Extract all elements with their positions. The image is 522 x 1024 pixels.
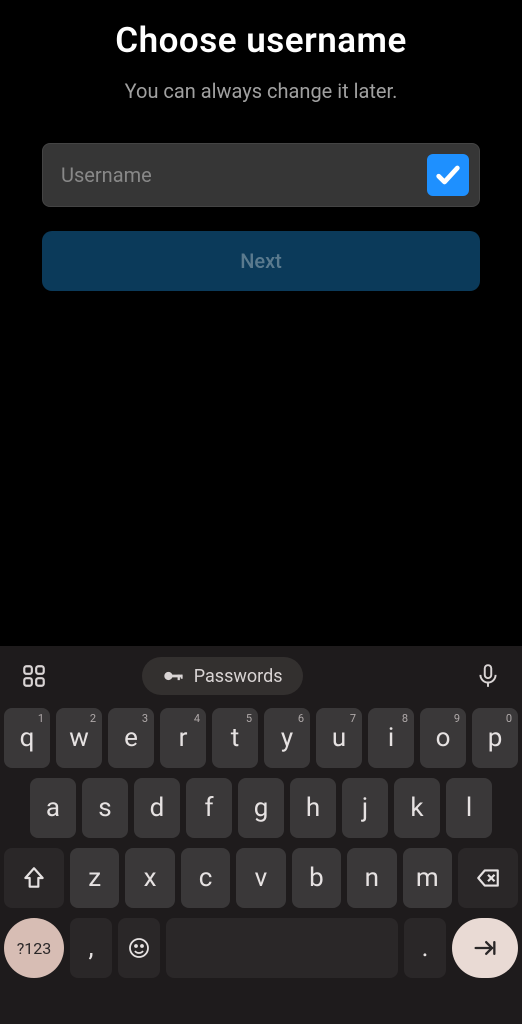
keyboard-toolbar: Passwords	[0, 646, 522, 702]
key-h[interactable]: h	[290, 778, 336, 838]
mode-key[interactable]: ?123	[4, 918, 64, 978]
key-a[interactable]: a	[30, 778, 76, 838]
space-key[interactable]	[166, 918, 398, 978]
username-input[interactable]	[61, 163, 427, 187]
key-m[interactable]: m	[403, 848, 452, 908]
keyboard-rows: q1w2e3r4t5y6u7i8o9p0 asdfghjkl zxcvbnm ?…	[0, 702, 522, 1014]
key-c[interactable]: c	[181, 848, 230, 908]
key-x[interactable]: x	[125, 848, 174, 908]
key-d[interactable]: d	[134, 778, 180, 838]
username-input-container[interactable]	[42, 143, 480, 207]
mic-icon[interactable]	[468, 656, 508, 696]
key-e[interactable]: e3	[108, 708, 154, 768]
enter-key[interactable]	[452, 918, 518, 978]
key-u[interactable]: u7	[316, 708, 362, 768]
key-l[interactable]: l	[446, 778, 492, 838]
emoji-key[interactable]	[118, 918, 160, 978]
key-j[interactable]: j	[342, 778, 388, 838]
shift-key[interactable]	[4, 848, 64, 908]
key-q[interactable]: q1	[4, 708, 50, 768]
key-z[interactable]: z	[70, 848, 119, 908]
key-g[interactable]: g	[238, 778, 284, 838]
key-i[interactable]: i8	[368, 708, 414, 768]
backspace-key[interactable]	[458, 848, 518, 908]
page-title: Choose username	[115, 20, 407, 61]
keyboard: Passwords q1w2e3r4t5y6u7i8o9p0 asdfghjkl…	[0, 646, 522, 1024]
key-b[interactable]: b	[292, 848, 341, 908]
keyboard-row-3: zxcvbnm	[4, 848, 518, 908]
page-subtitle: You can always change it later.	[125, 79, 398, 103]
key-o[interactable]: o9	[420, 708, 466, 768]
keyboard-row-2: asdfghjkl	[4, 778, 518, 838]
key-f[interactable]: f	[186, 778, 232, 838]
key-s[interactable]: s	[82, 778, 128, 838]
key-w[interactable]: w2	[56, 708, 102, 768]
passwords-label: Passwords	[194, 666, 283, 687]
key-v[interactable]: v	[236, 848, 285, 908]
key-r[interactable]: r4	[160, 708, 206, 768]
key-t[interactable]: t5	[212, 708, 258, 768]
period-key[interactable]: .	[404, 918, 446, 978]
key-y[interactable]: y6	[264, 708, 310, 768]
next-button[interactable]: Next	[42, 231, 480, 291]
comma-key[interactable]: ,	[70, 918, 112, 978]
key-p[interactable]: p0	[472, 708, 518, 768]
key-n[interactable]: n	[347, 848, 396, 908]
passwords-button[interactable]: Passwords	[142, 657, 303, 695]
keyboard-row-4: ?123 , .	[4, 918, 518, 978]
keyboard-menu-icon[interactable]	[14, 656, 54, 696]
key-k[interactable]: k	[394, 778, 440, 838]
main-content: Choose username You can always change it…	[0, 0, 522, 646]
keyboard-row-1: q1w2e3r4t5y6u7i8o9p0	[4, 708, 518, 768]
checkmark-icon	[427, 154, 469, 196]
